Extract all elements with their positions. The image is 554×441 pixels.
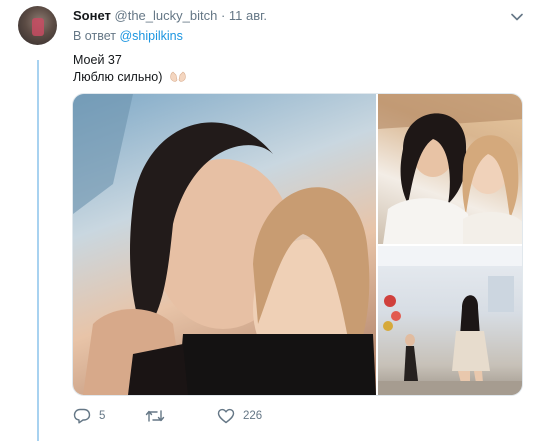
retweet-button[interactable] (145, 408, 173, 424)
separator-dot: · (220, 8, 226, 23)
reply-button[interactable]: 5 (73, 408, 105, 424)
tweet-header: Sонет @the_lucky_bitch · 11 авг. (73, 7, 267, 24)
reply-icon (73, 408, 91, 424)
user-handle[interactable]: @the_lucky_bitch (115, 8, 218, 23)
photo-top-right[interactable] (378, 94, 522, 244)
photo-bottom-right[interactable] (378, 246, 522, 395)
thread-line (37, 60, 39, 441)
tweet-date[interactable]: 11 авг. (229, 8, 267, 23)
display-name[interactable]: Sонет (73, 8, 111, 23)
reply-prefix: В ответ (73, 29, 116, 43)
tweet-actions: 5 226 (73, 408, 333, 428)
chevron-down-icon[interactable] (508, 8, 526, 26)
reply-handle-link[interactable]: @shipilkins (119, 29, 182, 43)
reply-count: 5 (99, 410, 106, 422)
heart-icon (217, 408, 235, 424)
avatar[interactable] (18, 6, 57, 45)
reply-to-line: В ответ @shipilkins (73, 29, 183, 43)
open-hands-emoji (169, 70, 187, 87)
tweet[interactable]: Sонет @the_lucky_bitch · 11 авг. В ответ… (0, 0, 554, 441)
tweet-text-line-2-text: Люблю сильно) (73, 70, 163, 84)
like-count: 226 (243, 410, 263, 422)
like-button[interactable]: 226 (217, 408, 262, 424)
tweet-text-line-2: Люблю сильно) (73, 69, 187, 87)
retweet-icon (145, 408, 165, 424)
media-grid (72, 93, 523, 396)
photo-main[interactable] (73, 94, 376, 395)
tweet-text-line-1: Моей 37 (73, 53, 122, 67)
